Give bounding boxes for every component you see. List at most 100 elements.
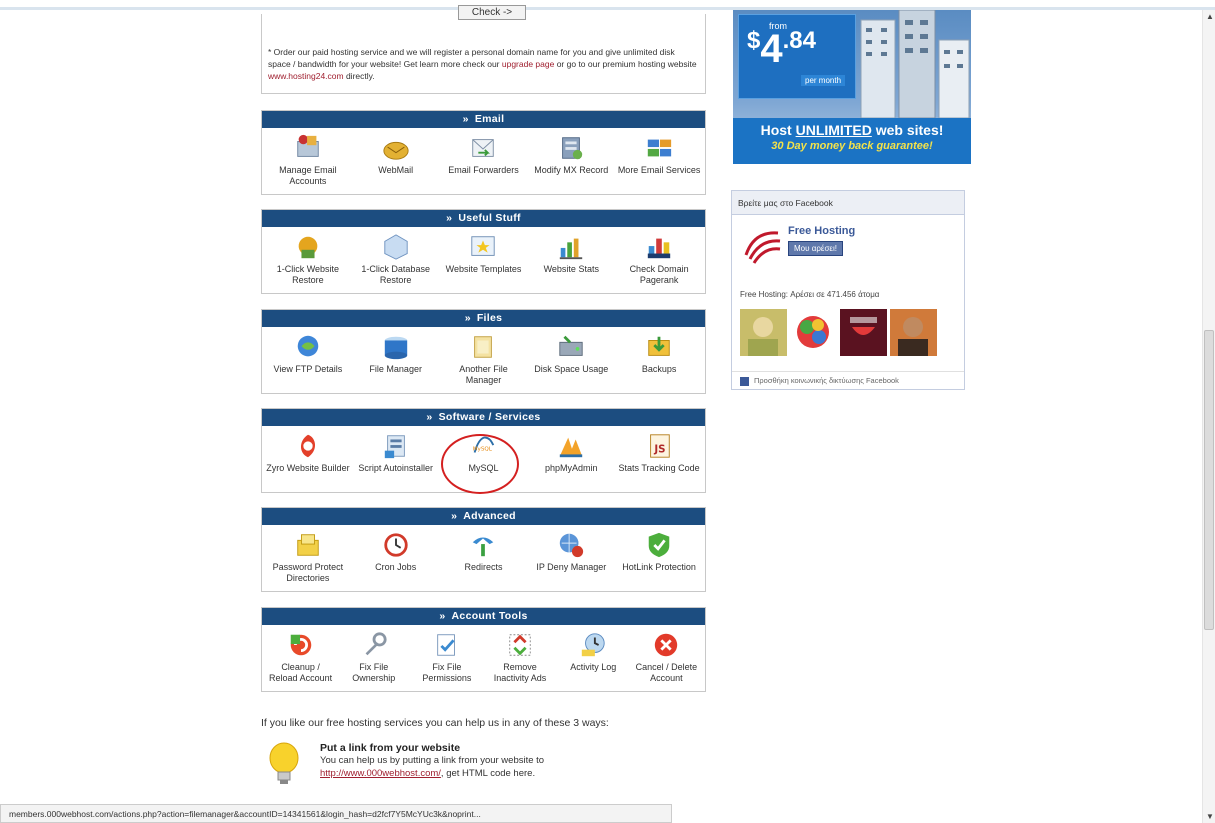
tool-cancel-account[interactable]: Cancel / Delete Account bbox=[632, 631, 700, 684]
tool-label[interactable]: Check Domain Pagerank bbox=[617, 264, 701, 286]
activity-log-icon[interactable] bbox=[578, 631, 608, 659]
tool-label[interactable]: Backups bbox=[617, 364, 701, 375]
vertical-scrollbar[interactable]: ▲ ▼ bbox=[1202, 10, 1215, 823]
tool-webmail[interactable]: WebMail bbox=[354, 134, 438, 176]
tool-modify-mx[interactable]: Modify MX Record bbox=[529, 134, 613, 176]
tool-label[interactable]: Cleanup / Reload Account bbox=[267, 662, 335, 684]
more-email-icon[interactable] bbox=[644, 134, 674, 162]
tool-manage-email[interactable]: Manage Email Accounts bbox=[266, 134, 350, 187]
tool-fix-permissions[interactable]: Fix File Permissions bbox=[413, 631, 481, 684]
check-button[interactable]: Check -> bbox=[458, 5, 526, 20]
tool-label[interactable]: File Manager bbox=[354, 364, 438, 375]
help-item-url[interactable]: http://www.000webhost.com/ bbox=[320, 768, 441, 779]
tool-label[interactable]: Cancel / Delete Account bbox=[632, 662, 700, 684]
database-restore-icon[interactable] bbox=[381, 233, 411, 261]
another-file-manager-icon[interactable] bbox=[468, 333, 498, 361]
tool-label[interactable]: 1-Click Website Restore bbox=[266, 264, 350, 286]
tool-zyro[interactable]: Zyro Website Builder bbox=[266, 432, 350, 474]
pagerank-icon[interactable] bbox=[644, 233, 674, 261]
ip-deny-icon[interactable] bbox=[556, 531, 586, 559]
redirects-icon[interactable] bbox=[468, 531, 498, 559]
tool-website-restore[interactable]: 1-Click Website Restore bbox=[266, 233, 350, 286]
scroll-up-arrow-icon[interactable]: ▲ bbox=[1206, 12, 1214, 21]
tool-disk-space[interactable]: Disk Space Usage bbox=[529, 333, 613, 375]
file-manager-icon[interactable] bbox=[381, 333, 411, 361]
tool-label[interactable]: HotLink Protection bbox=[617, 562, 701, 573]
tool-autoinstaller[interactable]: Script Autoinstaller bbox=[354, 432, 438, 474]
tool-label[interactable]: Fix File Permissions bbox=[413, 662, 481, 684]
facebook-page-name[interactable]: Free Hosting bbox=[788, 225, 855, 237]
tool-email-forwarders[interactable]: Email Forwarders bbox=[441, 134, 525, 176]
fan-avatar-2[interactable] bbox=[790, 309, 837, 356]
tool-activity-log[interactable]: Activity Log bbox=[559, 631, 627, 673]
disk-space-icon[interactable] bbox=[556, 333, 586, 361]
tool-label[interactable]: Script Autoinstaller bbox=[354, 463, 438, 474]
remove-inactivity-icon[interactable] bbox=[505, 631, 535, 659]
tool-website-stats[interactable]: Website Stats bbox=[529, 233, 613, 275]
tool-more-email[interactable]: More Email Services bbox=[617, 134, 701, 176]
free-hosting-logo-icon[interactable] bbox=[740, 225, 784, 269]
fix-ownership-icon[interactable] bbox=[359, 631, 389, 659]
tool-label[interactable]: Remove Inactivity Ads bbox=[486, 662, 554, 684]
website-templates-icon[interactable] bbox=[468, 233, 498, 261]
tool-label[interactable]: Website Templates bbox=[441, 264, 525, 275]
tool-label[interactable]: Disk Space Usage bbox=[529, 364, 613, 375]
tool-file-manager[interactable]: File Manager bbox=[354, 333, 438, 375]
manage-email-icon[interactable] bbox=[293, 134, 323, 162]
scroll-down-arrow-icon[interactable]: ▼ bbox=[1206, 812, 1214, 821]
tool-label[interactable]: WebMail bbox=[354, 165, 438, 176]
hosting24-ad-banner[interactable]: from $4.84 per month Host UNLIMITED web … bbox=[733, 10, 971, 164]
tool-label[interactable]: Another File Manager bbox=[441, 364, 525, 386]
tool-stats-tracking[interactable]: JS Stats Tracking Code bbox=[617, 432, 701, 474]
website-stats-icon[interactable] bbox=[556, 233, 586, 261]
facebook-footer[interactable]: Προσθήκη κοινωνικής δικτύωσης Facebook bbox=[732, 371, 964, 389]
tool-label[interactable]: Cron Jobs bbox=[354, 562, 438, 573]
tool-website-templates[interactable]: Website Templates bbox=[441, 233, 525, 275]
tool-label[interactable]: Password Protect Directories bbox=[266, 562, 350, 584]
tool-ip-deny[interactable]: IP Deny Manager bbox=[529, 531, 613, 573]
tool-label[interactable]: Activity Log bbox=[559, 662, 627, 673]
website-restore-icon[interactable] bbox=[293, 233, 323, 261]
tool-label[interactable]: IP Deny Manager bbox=[529, 562, 613, 573]
fan-avatar-1[interactable] bbox=[740, 309, 787, 356]
ftp-icon[interactable] bbox=[293, 333, 323, 361]
tool-label[interactable]: More Email Services bbox=[617, 165, 701, 176]
tool-label[interactable]: Stats Tracking Code bbox=[617, 463, 701, 474]
tool-label[interactable]: Fix File Ownership bbox=[340, 662, 408, 684]
tool-backups[interactable]: Backups bbox=[617, 333, 701, 375]
tool-fix-ownership[interactable]: Fix File Ownership bbox=[340, 631, 408, 684]
tool-hotlink[interactable]: HotLink Protection bbox=[617, 531, 701, 573]
email-forwarders-icon[interactable] bbox=[468, 134, 498, 162]
tool-label[interactable]: View FTP Details bbox=[266, 364, 350, 375]
tool-another-file-manager[interactable]: Another File Manager bbox=[441, 333, 525, 386]
tool-password-protect[interactable]: Password Protect Directories bbox=[266, 531, 350, 584]
webmail-icon[interactable] bbox=[381, 134, 411, 162]
tool-label[interactable]: Redirects bbox=[441, 562, 525, 573]
upgrade-page-link[interactable]: upgrade page bbox=[502, 59, 554, 69]
zyro-icon[interactable] bbox=[293, 432, 323, 460]
tool-ftp[interactable]: View FTP Details bbox=[266, 333, 350, 375]
backups-icon[interactable] bbox=[644, 333, 674, 361]
fan-avatar-4[interactable] bbox=[890, 309, 937, 356]
tool-label[interactable]: phpMyAdmin bbox=[529, 463, 613, 474]
fan-avatar-3[interactable] bbox=[840, 309, 887, 356]
fix-permissions-icon[interactable] bbox=[432, 631, 462, 659]
tool-pagerank[interactable]: Check Domain Pagerank bbox=[617, 233, 701, 286]
tool-redirects[interactable]: Redirects bbox=[441, 531, 525, 573]
password-protect-icon[interactable] bbox=[293, 531, 323, 559]
cancel-account-icon[interactable] bbox=[651, 631, 681, 659]
phpmyadmin-icon[interactable] bbox=[556, 432, 586, 460]
stats-tracking-icon[interactable]: JS bbox=[644, 432, 674, 460]
modify-mx-icon[interactable] bbox=[556, 134, 586, 162]
scrollbar-thumb[interactable] bbox=[1204, 330, 1214, 630]
tool-label[interactable]: Website Stats bbox=[529, 264, 613, 275]
tool-database-restore[interactable]: 1-Click Database Restore bbox=[354, 233, 438, 286]
tool-label[interactable]: Manage Email Accounts bbox=[266, 165, 350, 187]
cleanup-reload-icon[interactable] bbox=[286, 631, 316, 659]
tool-remove-inactivity[interactable]: Remove Inactivity Ads bbox=[486, 631, 554, 684]
autoinstaller-icon[interactable] bbox=[381, 432, 411, 460]
facebook-like-button[interactable]: Μου αρέσει! bbox=[788, 241, 843, 256]
tool-label[interactable]: Modify MX Record bbox=[529, 165, 613, 176]
hosting24-link[interactable]: www.hosting24.com bbox=[268, 71, 344, 81]
tool-cleanup-reload[interactable]: Cleanup / Reload Account bbox=[267, 631, 335, 684]
